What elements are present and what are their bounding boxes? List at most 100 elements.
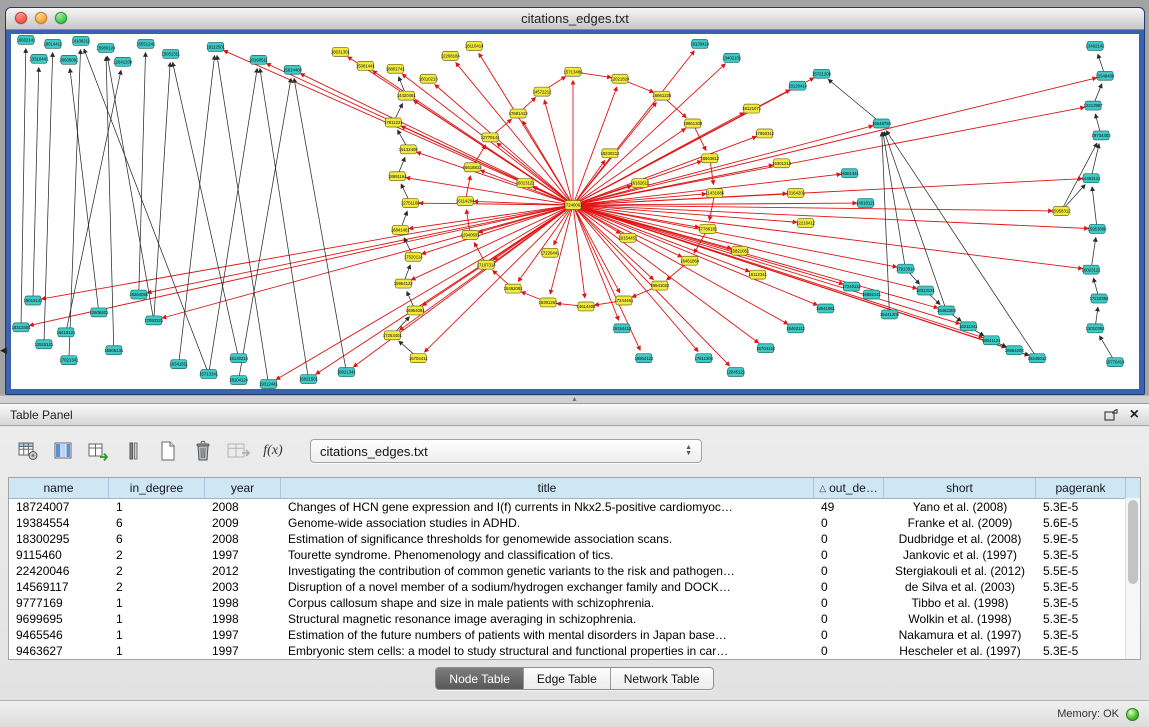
table-row[interactable]: 2242004622012Investigating the contribut… [9,563,1140,579]
graph-node[interactable]: 17240112 [842,282,861,291]
zoom-window-button[interactable] [55,12,67,24]
graph-node[interactable]: 16021501 [299,375,319,384]
graph-node[interactable]: 18563812 [700,154,720,163]
graph-node[interactable]: 17220441 [541,248,561,257]
graph-node[interactable]: 15980124 [96,43,116,52]
scrollbar-thumb[interactable] [1128,500,1138,584]
graph-node[interactable]: 18121071 [742,104,762,113]
graph-node[interactable]: 16114204 [456,197,475,206]
graph-node[interactable]: 17244461 [614,296,634,305]
graph-node[interactable]: 16704124 [756,344,776,353]
table-row[interactable]: 946362711997Embryonic stem cells: a mode… [9,643,1140,659]
table-row[interactable]: 946554611997Estimation of the future num… [9,627,1140,643]
graph-node[interactable]: 20160511 [249,55,268,64]
table-mode-button[interactable] [14,437,42,465]
graph-node[interactable]: 18991164 [388,172,407,181]
graph-node[interactable]: 14618121 [856,199,876,208]
graph-node[interactable]: 14614408 [576,302,596,311]
window-titlebar[interactable]: citations_edges.txt [6,8,1144,30]
graph-node[interactable]: 18110414 [465,41,484,50]
graph-node[interactable]: 18104124 [229,376,249,385]
column-visibility-button[interactable] [49,437,77,465]
graph-node[interactable]: 14420461 [397,91,417,100]
graph-node[interactable]: 12775141 [481,133,501,142]
graph-node[interactable]: 18031301 [331,47,351,56]
column-header-in_degree[interactable]: in_degree [109,478,205,498]
column-header-short[interactable]: short [884,478,1036,498]
row-height-button[interactable] [119,437,147,465]
graph-node[interactable]: 17253401 [383,331,403,340]
graph-node[interactable]: 16211341 [959,322,978,331]
graph-node[interactable]: 15614408 [283,65,303,74]
panel-collapse-arrow-icon[interactable]: ◀ [0,346,7,355]
graph-node[interactable]: 16023121 [1082,265,1102,274]
graph-node[interactable]: 19312441 [259,380,279,389]
float-panel-button[interactable] [1104,409,1118,421]
graph-node[interactable]: 19734403 [1092,131,1112,140]
graph-node[interactable]: 12010354 [1086,324,1106,333]
graph-node[interactable]: 12751108 [401,199,420,208]
table-scrollbar[interactable] [1125,498,1140,659]
graph-node[interactable]: 17520114 [404,252,423,261]
graph-node[interactable]: 18120414 [788,81,808,90]
function-builder-button[interactable]: f(x) [259,437,287,465]
table-row[interactable]: 969969511998Structural magnetic resonanc… [9,611,1140,627]
table-row[interactable]: 1872400712008Changes of HCN gene express… [9,499,1140,515]
graph-node[interactable]: 17210354 [1090,294,1110,303]
graph-node[interactable]: 17021341 [59,356,79,365]
graph-node[interactable]: 17240061 [563,201,583,210]
graph-node[interactable]: 16648794 [872,119,892,128]
graph-node[interactable]: 15441208 [880,310,900,319]
column-header-year[interactable]: year [205,478,281,498]
table-row[interactable]: 977716911998Corpus callosum shape and si… [9,595,1140,611]
graph-node[interactable]: 18313304 [11,323,31,332]
graph-node[interactable]: 18391261 [539,298,559,307]
column-header-name[interactable]: name [9,478,109,498]
graph-node[interactable]: 16013121 [516,179,536,188]
graph-node[interactable]: 16081341 [840,169,860,178]
graph-node[interactable]: 14108212 [71,36,91,45]
graph-node[interactable]: 17811304 [694,354,713,363]
import-table-button[interactable] [224,437,252,465]
graph-node[interactable]: 17093321 [144,316,164,325]
column-header-out_degree[interactable]: △out_de… [814,478,884,498]
graph-node[interactable]: 12216412 [796,218,816,227]
table-selector-dropdown[interactable]: citations_edges.txt ▲▼ [310,439,702,463]
graph-node[interactable]: 12515121 [34,340,54,349]
graph-node[interactable]: 13402101 [722,53,742,62]
graph-node[interactable]: 15462112 [786,324,805,333]
graph-node[interactable]: 17691413 [509,109,529,118]
graph-node[interactable]: 15954122 [394,279,414,288]
graph-node[interactable]: 16954081 [406,306,426,315]
table-row[interactable]: 1830029562008Estimation of significance … [9,531,1140,547]
graph-node[interactable]: 12845121 [726,368,746,377]
graph-node[interactable]: 18313121 [916,286,936,295]
graph-node[interactable]: 15958312 [1052,207,1072,216]
tab-edge-table[interactable]: Edge Table [524,668,611,689]
graph-node[interactable]: 16961226 [652,91,672,100]
graph-node[interactable]: 17107314 [477,260,497,269]
graph-node[interactable]: 11548408 [1096,71,1115,80]
graph-node[interactable]: 15905131 [104,346,124,355]
graph-node[interactable]: 16551241 [136,39,156,48]
graph-node[interactable]: 12940601 [461,230,481,239]
close-window-button[interactable] [15,12,27,24]
graph-node[interactable]: 17786181 [698,224,718,233]
graph-node[interactable]: 16841461 [391,225,411,234]
graph-node[interactable]: 11431686 [705,189,724,198]
graph-node[interactable]: 16301214 [772,159,792,168]
graph-node[interactable]: 15713341 [199,370,219,379]
graph-node[interactable]: 12213987 [1084,101,1104,110]
graph-node[interactable]: 15953808 [1088,224,1108,233]
graph-node[interactable]: 15130214 [229,354,249,363]
graph-node[interactable]: 13164201 [786,189,806,198]
graph-node[interactable]: 16954208 [1005,346,1025,355]
graph-node[interactable]: 19154451 [618,233,638,242]
graph-node[interactable]: 15713486 [563,67,583,76]
create-column-button[interactable] [84,437,112,465]
minimize-window-button[interactable] [35,12,47,24]
graph-node[interactable]: 16704411 [409,354,428,363]
graph-node[interactable]: 15051311 [161,49,180,58]
tab-network-table[interactable]: Network Table [611,668,713,689]
delete-icon[interactable] [189,437,217,465]
